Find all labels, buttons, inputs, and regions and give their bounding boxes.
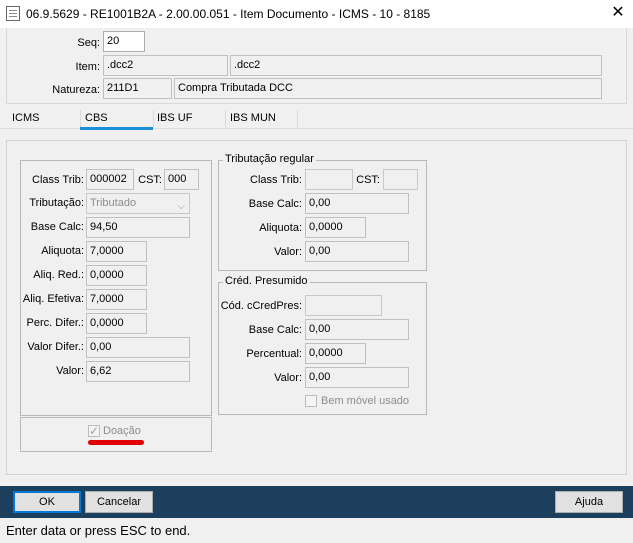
valor-difer-field[interactable]: 0,00 xyxy=(86,337,190,358)
status-bar: Enter data or press ESC to end. xyxy=(0,518,633,543)
aliq-red-label: Aliq. Red.: xyxy=(33,269,84,281)
doacao-label: Doação xyxy=(103,425,141,437)
active-tab-indicator xyxy=(80,127,153,130)
cancel-button[interactable]: Cancelar xyxy=(85,491,153,513)
item-code-field[interactable]: .dcc2 xyxy=(103,55,228,76)
aliq-red-field[interactable]: 0,0000 xyxy=(86,265,147,286)
tributacao-selected-value: Tributado xyxy=(90,197,137,209)
base-calc-field[interactable]: 94,50 xyxy=(86,217,190,238)
reg-class-trib-label: Class Trib: xyxy=(250,174,302,186)
cst-field[interactable]: 000 xyxy=(164,169,199,190)
tab-separator xyxy=(297,110,298,128)
bem-movel-label: Bem móvel usado xyxy=(321,395,410,407)
cod-ccredpres-label: Cód. cCredPres: xyxy=(220,300,302,312)
tab-ibs-mun[interactable]: IBS MUN xyxy=(230,112,276,124)
reg-aliquota-label: Aliquota: xyxy=(259,222,302,234)
valor-difer-label: Valor Difer.: xyxy=(27,341,84,353)
class-trib-label: Class Trib: xyxy=(32,174,84,186)
reg-base-calc-field[interactable]: 0,00 xyxy=(305,193,409,214)
seq-label: Seq: xyxy=(77,37,100,49)
pres-base-calc-field[interactable]: 0,00 xyxy=(305,319,409,340)
item-label: Item: xyxy=(75,61,100,73)
tributacao-select[interactable]: Tributado ⌵ xyxy=(86,193,190,214)
ok-button[interactable]: OK xyxy=(13,491,81,513)
aliq-efetiva-field[interactable]: 7,0000 xyxy=(86,289,147,310)
tab-separator xyxy=(153,110,154,128)
pres-base-calc-label: Base Calc: xyxy=(248,324,302,336)
cod-ccredpres-field[interactable] xyxy=(305,295,382,316)
reg-valor-field[interactable]: 0,00 xyxy=(305,241,409,262)
close-icon[interactable]: ✕ xyxy=(606,2,630,24)
aliq-efetiva-label: Aliq. Efetiva: xyxy=(22,293,84,305)
tab-cbs[interactable]: CBS xyxy=(85,112,108,124)
tab-icms[interactable]: ICMS xyxy=(12,112,40,124)
cst-label: CST: xyxy=(138,174,162,186)
natureza-code-field[interactable]: 211D1 xyxy=(103,78,172,99)
tab-ibs-uf[interactable]: IBS UF xyxy=(157,112,192,124)
reg-valor-label: Valor: xyxy=(274,246,302,258)
base-calc-label: Base Calc: xyxy=(30,221,84,233)
natureza-label: Natureza: xyxy=(52,84,100,96)
chevron-down-icon: ⌵ xyxy=(177,201,185,212)
reg-class-trib-field[interactable] xyxy=(305,169,353,190)
natureza-description-field[interactable]: Compra Tributada DCC xyxy=(174,78,602,99)
check-icon: ✓ xyxy=(89,424,100,438)
percentual-field[interactable]: 0,0000 xyxy=(305,343,366,364)
aliquota-label: Aliquota: xyxy=(41,245,84,257)
pres-valor-field[interactable]: 0,00 xyxy=(305,367,409,388)
highlight-underline xyxy=(88,440,144,445)
perc-difer-field[interactable]: 0,0000 xyxy=(86,313,147,334)
cred-presumido-legend: Créd. Presumido xyxy=(223,275,310,287)
window-title: 06.9.5629 - RE1001B2A - 2.00.00.051 - It… xyxy=(26,7,431,21)
perc-difer-label: Perc. Difer.: xyxy=(26,317,84,329)
tab-separator xyxy=(80,110,81,128)
valor-field[interactable]: 6,62 xyxy=(86,361,190,382)
pres-valor-label: Valor: xyxy=(274,372,302,384)
valor-label: Valor: xyxy=(56,365,84,377)
percentual-label: Percentual: xyxy=(246,348,302,360)
bem-movel-checkbox[interactable] xyxy=(305,395,317,407)
seq-field[interactable]: 20 xyxy=(103,31,145,52)
item-description-field[interactable]: .dcc2 xyxy=(230,55,602,76)
reg-cst-field[interactable] xyxy=(383,169,418,190)
doacao-checkbox[interactable]: ✓ xyxy=(88,425,100,437)
tributacao-regular-legend: Tributação regular xyxy=(223,153,316,165)
reg-base-calc-label: Base Calc: xyxy=(248,198,302,210)
help-button[interactable]: Ajuda xyxy=(555,491,623,513)
reg-aliquota-field[interactable]: 0,0000 xyxy=(305,217,366,238)
class-trib-field[interactable]: 000002 xyxy=(86,169,134,190)
tab-separator xyxy=(225,110,226,128)
aliquota-field[interactable]: 7,0000 xyxy=(86,241,147,262)
reg-cst-label: CST: xyxy=(356,174,380,186)
tributacao-label: Tributação: xyxy=(29,197,84,209)
app-icon xyxy=(6,6,20,21)
